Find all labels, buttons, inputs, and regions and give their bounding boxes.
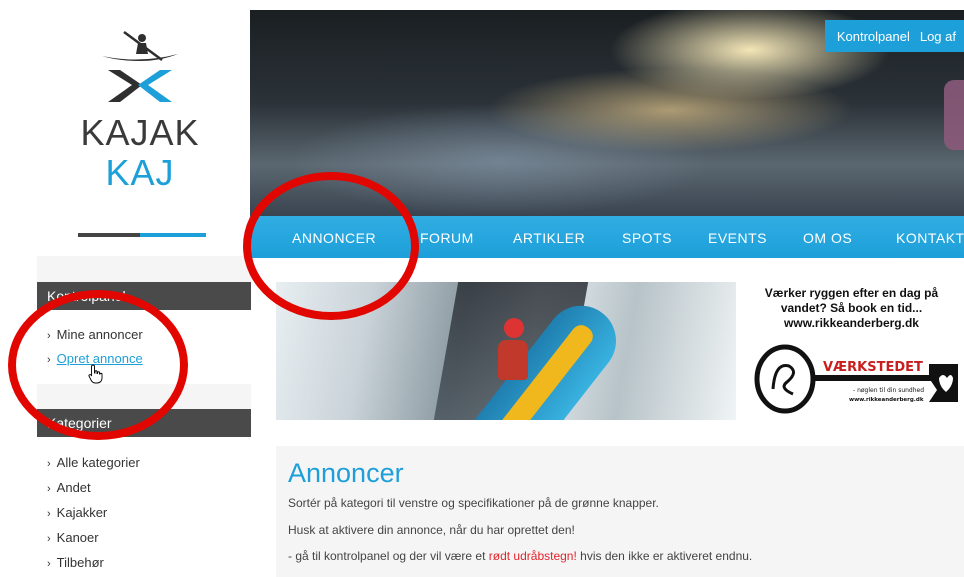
sidebar-item-label: Mine annoncer bbox=[56, 327, 143, 342]
sidebar-item-label: Kanoer bbox=[56, 530, 99, 545]
sidebar-item-tilbehor[interactable]: › Tilbehør bbox=[47, 555, 104, 570]
ad-line-1: Værker ryggen efter en dag på bbox=[764, 286, 939, 300]
ad-brand: VÆRKSTEDET bbox=[823, 360, 923, 375]
nav-item-annoncer[interactable]: ANNONCER bbox=[292, 230, 376, 246]
sidebar-item-label: Alle kategorier bbox=[56, 455, 140, 470]
control-panel-header: Kontrolpanel bbox=[37, 282, 251, 310]
ad-url-small: www.rikkeanderberg.dk bbox=[849, 397, 924, 403]
red-exclamation-note: rødt udråbstegn! bbox=[488, 549, 577, 563]
top-user-links: Kontrolpanel Log af bbox=[824, 20, 964, 52]
chevron-right-icon: › bbox=[47, 533, 51, 545]
hero-image: Kontrolpanel Log af bbox=[250, 10, 964, 216]
control-panel-link[interactable]: Kontrolpanel bbox=[837, 29, 910, 44]
sidebar-item-kajakker[interactable]: › Kajakker bbox=[47, 505, 107, 520]
ad-line-2: vandet? Så book en tid... bbox=[780, 301, 923, 315]
sidebar-item-label: Andet bbox=[56, 480, 91, 495]
intro-paragraph-3: - gå til kontrolpanel og der vil være et… bbox=[288, 549, 753, 563]
chevron-right-icon: › bbox=[47, 354, 51, 366]
logout-link[interactable]: Log af bbox=[920, 29, 956, 44]
chevron-right-icon: › bbox=[47, 483, 51, 495]
page-title: Annoncer bbox=[288, 458, 404, 488]
chevron-right-icon: › bbox=[47, 508, 51, 520]
nav-item-kontakt[interactable]: KONTAKT bbox=[896, 230, 964, 246]
nav-item-forum[interactable]: FORUM bbox=[420, 230, 474, 246]
site-logo[interactable]: KAJAK KAJ bbox=[60, 30, 220, 240]
logo-divider bbox=[78, 233, 206, 237]
intro-paragraph-1: Sortér på kategori til venstre og specif… bbox=[288, 496, 659, 510]
vaerkstedet-logo-icon: VÆRKSTEDET - nøglen til din sundhed www.… bbox=[754, 344, 958, 414]
kayaker-logo-icon bbox=[102, 30, 178, 102]
chevron-right-icon: › bbox=[47, 558, 51, 570]
logo-text-kajak: KAJAK bbox=[80, 112, 200, 153]
sidebar-item-mine-annoncer[interactable]: › Mine annoncer bbox=[47, 327, 143, 342]
kayak-waterfall-banner[interactable] bbox=[276, 282, 736, 420]
intro-paragraph-2: Husk at aktivere din annonce, når du har… bbox=[288, 523, 575, 537]
ad-tagline: - nøglen til din sundhed bbox=[853, 387, 924, 394]
sidebar-item-kanoer[interactable]: › Kanoer bbox=[47, 530, 99, 545]
nav-item-om-os[interactable]: OM OS bbox=[803, 230, 852, 246]
chevron-right-icon: › bbox=[47, 458, 51, 470]
sidebar-item-label: Kajakker bbox=[56, 505, 108, 520]
categories-header: Kategorier bbox=[37, 409, 251, 437]
advertisement-banner[interactable]: Værker ryggen efter en dag på vandet? Så… bbox=[739, 282, 964, 420]
hand-pointer-icon bbox=[88, 364, 103, 384]
kayaker-helmet bbox=[504, 318, 524, 338]
sidebar-item-andet[interactable]: › Andet bbox=[47, 480, 91, 495]
control-panel-body bbox=[37, 310, 251, 384]
nav-item-artikler[interactable]: ARTIKLER bbox=[513, 230, 585, 246]
nav-item-events[interactable]: EVENTS bbox=[708, 230, 767, 246]
kayaker-vest bbox=[498, 340, 528, 380]
logo-text-kaj: KAJ bbox=[105, 152, 175, 193]
ad-line-3: www.rikkeanderberg.dk bbox=[784, 316, 919, 330]
nav-item-spots[interactable]: SPOTS bbox=[622, 230, 672, 246]
hero-kayak-edge bbox=[944, 80, 964, 150]
chevron-right-icon: › bbox=[47, 330, 51, 342]
ad-text: Værker ryggen efter en dag på vandet? Så… bbox=[739, 286, 964, 331]
sidebar-item-alle-kategorier[interactable]: › Alle kategorier bbox=[47, 455, 140, 470]
main-nav: ANNONCER FORUM ARTIKLER SPOTS EVENTS OM … bbox=[250, 216, 964, 258]
sidebar-item-label: Tilbehør bbox=[56, 555, 104, 570]
